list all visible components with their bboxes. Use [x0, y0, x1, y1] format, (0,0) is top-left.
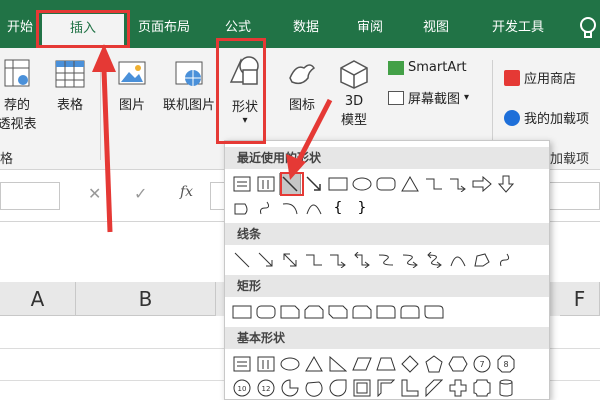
- annotation-arrows: [92, 44, 333, 233]
